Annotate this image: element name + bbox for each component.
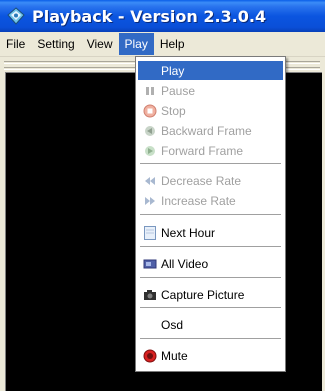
app-icon [7,7,25,25]
pause-icon [142,83,158,99]
menu-separator [140,338,281,339]
menu-play[interactable]: Play [118,33,154,55]
play-menu-dropdown: Play Pause Stop Backward Frame Forward F… [135,56,286,372]
menu-item-decrease-rate[interactable]: Decrease Rate [138,171,283,190]
menu-item-next-hour[interactable]: Next Hour [138,223,283,242]
menu-setting[interactable]: Setting [31,33,80,55]
menu-item-play[interactable]: Play [138,61,283,80]
menu-file[interactable]: File [0,33,31,55]
menu-separator [140,277,281,278]
menu-item-capture-picture[interactable]: Capture Picture [138,285,283,304]
video-icon [142,256,158,272]
menu-separator [140,246,281,247]
menu-view[interactable]: View [81,33,119,55]
document-icon [142,225,158,241]
menu-item-backward-frame[interactable]: Backward Frame [138,121,283,140]
decrease-rate-icon [142,173,158,189]
menu-separator [140,163,281,164]
window-title: Playback - Version 2.3.0.4 [32,6,267,26]
menu-item-pause[interactable]: Pause [138,81,283,100]
title-bar[interactable]: Playback - Version 2.3.0.4 [0,0,325,32]
menu-item-stop[interactable]: Stop [138,101,283,120]
menu-separator [140,214,281,215]
stop-icon [142,103,158,119]
increase-rate-icon [142,193,158,209]
menu-help[interactable]: Help [154,33,191,55]
menu-separator [140,307,281,308]
menu-item-mute[interactable]: Mute [138,346,283,365]
camera-icon [142,287,158,303]
menu-item-increase-rate[interactable]: Increase Rate [138,191,283,210]
menu-bar: File Setting View Play Help [0,32,325,57]
backward-frame-icon [142,123,158,139]
menu-item-forward-frame[interactable]: Forward Frame [138,141,283,160]
forward-frame-icon [142,143,158,159]
menu-item-all-video[interactable]: All Video [138,254,283,273]
mute-icon [142,348,158,364]
menu-item-osd[interactable]: Osd [138,315,283,334]
